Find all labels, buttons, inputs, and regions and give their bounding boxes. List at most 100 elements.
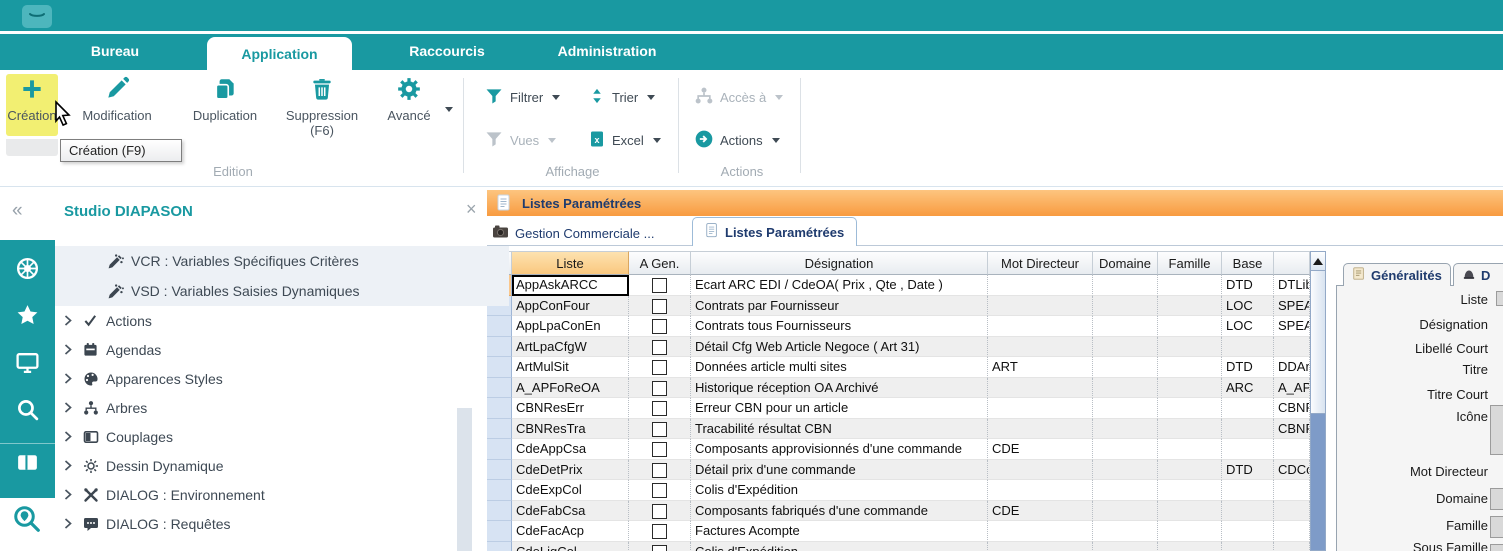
grid-cell-famille[interactable] (1158, 316, 1222, 337)
app-logo-icon[interactable] (22, 5, 52, 28)
chevron-right-icon[interactable] (63, 430, 75, 443)
grid-cell-liste[interactable]: CBNResErr (512, 398, 629, 419)
duplication-button[interactable]: Duplication (182, 74, 268, 123)
tab-bureau[interactable]: Bureau (50, 43, 180, 59)
grid-cell-famille[interactable] (1158, 542, 1222, 551)
table-row[interactable]: CdeLigColColis d'Expédition (487, 542, 1310, 551)
tree-item[interactable]: Dessin Dynamique (55, 451, 465, 480)
detail-tab-d[interactable]: D (1453, 263, 1503, 286)
grid-cell-mot-directeur[interactable] (988, 542, 1093, 551)
grid-cell-famille[interactable] (1158, 296, 1222, 317)
tree-item[interactable]: DIALOG : Environnement (55, 480, 465, 509)
a-gen-checkbox[interactable] (652, 340, 667, 355)
a-gen-checkbox[interactable] (652, 319, 667, 334)
search-pin-icon[interactable] (12, 504, 42, 539)
star-icon[interactable] (15, 303, 40, 333)
table-row[interactable]: ArtLpaCfgWDétail Cfg Web Article Negoce … (487, 337, 1310, 358)
grid-cell-a-gen[interactable] (629, 419, 691, 440)
grid-cell-famille[interactable] (1158, 275, 1222, 296)
a-gen-checkbox[interactable] (652, 504, 667, 519)
grid-cell-domaine[interactable] (1093, 275, 1158, 296)
grid-cell-domaine[interactable] (1093, 337, 1158, 358)
table-row[interactable]: AppConFourContrats par FournisseurLOCSPE… (487, 296, 1310, 317)
grid-cell-base[interactable] (1222, 480, 1274, 501)
field-input[interactable] (1490, 516, 1503, 538)
table-row[interactable]: CdeDetPrixDétail prix d'une commandeDTDC… (487, 460, 1310, 481)
grid-cell-famille[interactable] (1158, 480, 1222, 501)
grid-cell-extra[interactable]: A_AP (1274, 378, 1310, 399)
grid-cell-mot-directeur[interactable] (988, 378, 1093, 399)
grid-cell-mot-directeur[interactable] (988, 460, 1093, 481)
excel-button[interactable]: x Excel (588, 127, 661, 153)
grid-cell-domaine[interactable] (1093, 378, 1158, 399)
grid-cell-mot-directeur[interactable]: CDE (988, 501, 1093, 522)
close-panel-icon[interactable]: × (466, 199, 477, 220)
grid-cell-domaine[interactable] (1093, 316, 1158, 337)
tree-item[interactable]: Apparences Styles (55, 364, 465, 393)
grid-cell-mot-directeur[interactable] (988, 296, 1093, 317)
a-gen-checkbox[interactable] (652, 278, 667, 293)
grid-cell-base[interactable]: LOC (1222, 296, 1274, 317)
a-gen-checkbox[interactable] (652, 545, 667, 551)
column-header[interactable]: Désignation (691, 251, 988, 275)
doc-tab-gestion-commerciale[interactable]: Gestion Commerciale ... (492, 221, 654, 245)
grid-cell-mot-directeur[interactable] (988, 398, 1093, 419)
grid-cell-extra[interactable]: SPEA (1274, 316, 1310, 337)
grid-cell-mot-directeur[interactable] (988, 337, 1093, 358)
grid-cell-designation[interactable]: Données article multi sites (691, 357, 988, 378)
table-row[interactable]: ArtMulSitDonnées article multi sitesARTD… (487, 357, 1310, 378)
grid-cell-extra[interactable]: DDAr (1274, 357, 1310, 378)
column-header[interactable]: Base (1222, 251, 1274, 275)
grid-cell-mot-directeur[interactable] (988, 480, 1093, 501)
row-header[interactable] (487, 357, 512, 378)
grid-cell-a-gen[interactable] (629, 542, 691, 551)
grid-cell-mot-directeur[interactable]: ART (988, 357, 1093, 378)
row-header[interactable] (487, 521, 512, 542)
grid-cell-designation[interactable]: Composants fabriqués d'une commande (691, 501, 988, 522)
grid-cell-domaine[interactable] (1093, 480, 1158, 501)
scroll-up-icon[interactable] (1311, 252, 1325, 271)
tab-administration[interactable]: Administration (542, 43, 672, 59)
doc-tab-listes-parametrees[interactable]: Listes Paramétrées (692, 217, 857, 246)
row-header[interactable] (487, 316, 512, 337)
grid-cell-extra[interactable]: CBNR (1274, 419, 1310, 440)
grid-cell-designation[interactable]: Détail Cfg Web Article Negoce ( Art 31) (691, 337, 988, 358)
collapse-panel-icon[interactable]: « (12, 200, 23, 222)
column-header[interactable]: Famille (1158, 251, 1222, 275)
grid-cell-extra[interactable] (1274, 501, 1310, 522)
grid-scrollbar[interactable] (1310, 251, 1326, 551)
search-icon[interactable] (15, 397, 40, 427)
grid-cell-a-gen[interactable] (629, 398, 691, 419)
grid-cell-a-gen[interactable] (629, 480, 691, 501)
grid-cell-domaine[interactable] (1093, 460, 1158, 481)
column-header[interactable]: Domaine (1093, 251, 1158, 275)
grid-cell-designation[interactable]: Contrats tous Fournisseurs (691, 316, 988, 337)
grid-cell-a-gen[interactable] (629, 275, 691, 296)
grid-cell-liste[interactable]: CdeDetPrix (512, 460, 629, 481)
a-gen-checkbox[interactable] (652, 442, 667, 457)
chevron-right-icon[interactable] (63, 401, 75, 414)
row-header[interactable] (487, 542, 512, 551)
chevron-right-icon[interactable] (63, 488, 75, 501)
filtrer-button[interactable]: Filtrer (484, 84, 560, 110)
grid-cell-liste[interactable]: AppConFour (512, 296, 629, 317)
row-header[interactable] (487, 398, 512, 419)
grid-cell-extra[interactable] (1274, 439, 1310, 460)
avance-dropdown-caret[interactable] (442, 112, 453, 130)
modification-button[interactable]: Modification (70, 74, 164, 123)
a-gen-checkbox[interactable] (652, 360, 667, 375)
grid-cell-a-gen[interactable] (629, 316, 691, 337)
a-gen-checkbox[interactable] (652, 381, 667, 396)
grid-cell-base[interactable]: LOC (1222, 316, 1274, 337)
table-row[interactable]: AppLpaConEnContrats tous FournisseursLOC… (487, 316, 1310, 337)
grid-cell-domaine[interactable] (1093, 542, 1158, 551)
row-header[interactable] (487, 378, 512, 399)
grid-cell-famille[interactable] (1158, 398, 1222, 419)
grid-cell-designation[interactable]: Ecart ARC EDI / CdeOA( Prix , Qte , Date… (691, 275, 988, 296)
grid-cell-extra[interactable]: DTLib (1274, 275, 1310, 296)
wheel-icon[interactable] (15, 256, 40, 286)
detail-tab-generalites[interactable]: Généralités (1343, 263, 1451, 286)
grid-cell-extra[interactable]: SPEA (1274, 296, 1310, 317)
actions-button[interactable]: Actions (694, 127, 780, 153)
suppression-button[interactable]: Suppression (F6) (282, 74, 362, 138)
